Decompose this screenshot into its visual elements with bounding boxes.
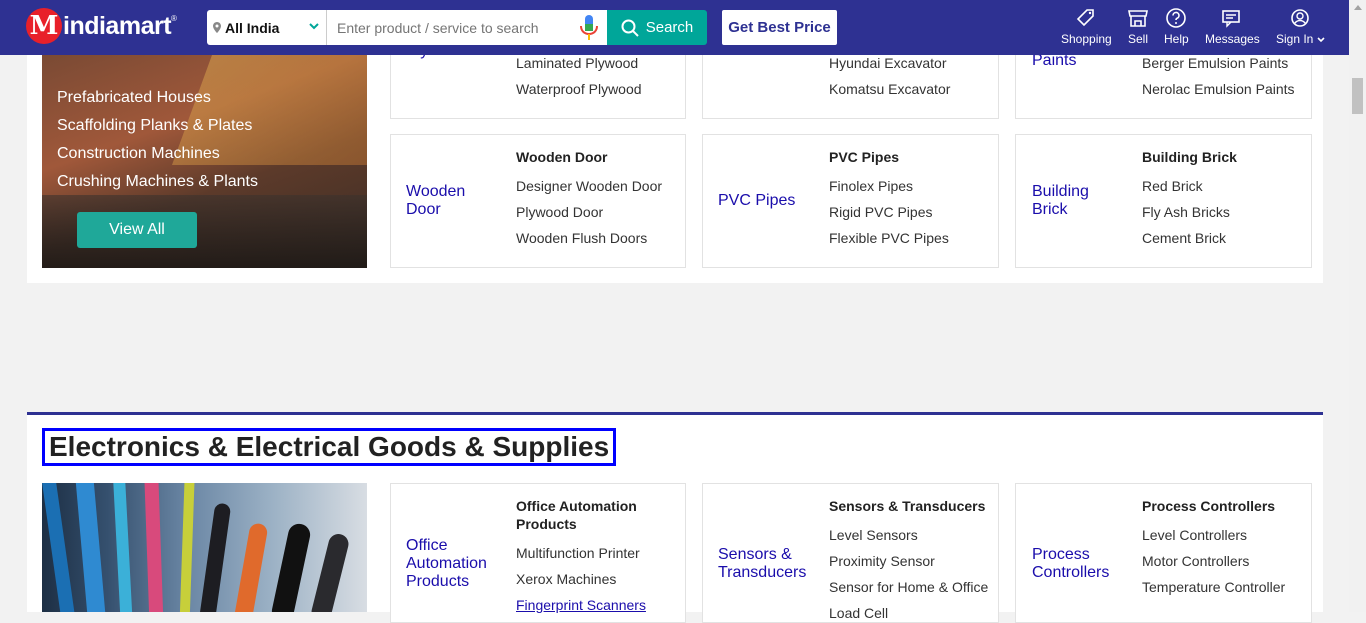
search-button-label: Search <box>645 19 694 36</box>
view-all-button[interactable]: View All <box>77 212 197 248</box>
broken-image-alt[interactable]: Wooden Door <box>406 183 496 219</box>
hero-link[interactable]: Scaffolding Planks & Plates <box>57 112 258 140</box>
chevron-down-icon <box>309 23 319 30</box>
category-card-pvc-pipes: PVC Pipes PVC Pipes Finolex Pipes Rigid … <box>702 134 999 268</box>
microphone-icon[interactable] <box>578 14 600 42</box>
hero-link[interactable]: Prefabricated Houses <box>57 84 258 112</box>
messages-icon <box>1222 10 1241 28</box>
chevron-down-icon <box>1317 37 1325 43</box>
card-link[interactable]: Berger Emulsion Paints <box>1142 55 1288 71</box>
card-link[interactable]: Motor Controllers <box>1142 553 1249 569</box>
nav-shopping[interactable]: Shopping <box>1061 7 1112 46</box>
store-icon <box>1128 10 1148 27</box>
card-link[interactable]: Red Brick <box>1142 178 1203 194</box>
nav-sell[interactable]: Sell <box>1127 7 1149 46</box>
search-icon <box>621 19 639 37</box>
category-card-wooden-door: Wooden Door Wooden Door Designer Wooden … <box>390 134 686 268</box>
card-link[interactable]: Level Sensors <box>829 527 918 543</box>
card-title[interactable]: Sensors & Transducers <box>829 497 985 515</box>
scroll-thumb[interactable] <box>1352 78 1363 114</box>
nav-help-label: Help <box>1164 32 1189 46</box>
broken-image-alt[interactable]: Sensors & Transducers <box>718 546 818 582</box>
category-card-paints: Paints Berger Emulsion Paints Nerolac Em… <box>1015 52 1312 119</box>
category-card-building-brick: Building Brick Building Brick Red Brick … <box>1015 134 1312 268</box>
card-link[interactable]: Multifunction Printer <box>516 545 640 561</box>
electronics-hero-image <box>42 483 367 612</box>
hero-link[interactable]: Crushing Machines & Plants <box>57 168 258 196</box>
card-link[interactable]: Fingerprint Scanners <box>516 597 646 613</box>
logo-registered-mark: ® <box>171 14 177 23</box>
card-link[interactable]: Komatsu Excavator <box>829 81 950 97</box>
card-link[interactable]: Nerolac Emulsion Paints <box>1142 81 1295 97</box>
card-link[interactable]: Temperature Controller <box>1142 579 1285 595</box>
category-card-process-controllers: Process Controllers Process Controllers … <box>1015 483 1312 623</box>
card-title[interactable]: Building Brick <box>1142 148 1237 166</box>
card-link[interactable]: Finolex Pipes <box>829 178 913 194</box>
card-link[interactable]: Laminated Plywood <box>516 55 638 71</box>
hero-link[interactable]: Construction Machines <box>57 140 258 168</box>
section-title[interactable]: Electronics & Electrical Goods & Supplie… <box>42 428 617 466</box>
card-link[interactable]: Cement Brick <box>1142 230 1226 246</box>
nav-sign-in[interactable]: Sign In <box>1276 7 1325 46</box>
nav-messages[interactable]: Messages <box>1205 7 1260 46</box>
broken-image-alt[interactable]: Office Automation Products <box>406 537 506 591</box>
card-link[interactable]: Proximity Sensor <box>829 553 935 569</box>
help-icon <box>1166 8 1187 28</box>
card-link[interactable]: Wooden Flush Doors <box>516 230 647 246</box>
card-link[interactable]: Flexible PVC Pipes <box>829 230 949 246</box>
broken-image-alt[interactable]: Building Brick <box>1032 183 1122 219</box>
category-card-office-automation: Office Automation Products Office Automa… <box>390 483 686 623</box>
hero-link-list: Prefabricated Houses Scaffolding Planks … <box>57 84 258 196</box>
category-card-sensors: Sensors & Transducers Sensors & Transduc… <box>702 483 999 623</box>
nav-sell-label: Sell <box>1127 32 1148 46</box>
card-link[interactable]: Rigid PVC Pipes <box>829 204 933 220</box>
broken-image-alt[interactable]: Process Controllers <box>1032 546 1122 582</box>
scroll-up-arrow-icon[interactable] <box>1354 5 1362 10</box>
search-button[interactable]: Search <box>607 10 707 45</box>
nav-sign-in-label: Sign In <box>1276 32 1325 46</box>
get-best-price-button[interactable]: Get Best Price <box>722 10 837 45</box>
card-title[interactable]: Wooden Door <box>516 148 608 166</box>
tag-icon <box>1077 9 1095 27</box>
category-card-plywoods: Plywoods Laminated Plywood Waterproof Pl… <box>390 42 686 119</box>
nav-help[interactable]: Help <box>1164 7 1189 46</box>
search-input[interactable] <box>327 10 607 45</box>
location-value: All India <box>225 19 280 36</box>
card-link[interactable]: Hyundai Excavator <box>829 55 947 71</box>
location-select[interactable]: All India <box>207 10 327 45</box>
card-link[interactable]: Plywood Door <box>516 204 603 220</box>
location-pin-icon <box>213 22 221 33</box>
category-card-excavator: Excavator Hyundai Excavator Komatsu Exca… <box>702 42 999 119</box>
user-icon <box>1291 9 1310 27</box>
card-title[interactable]: Process Controllers <box>1142 497 1275 515</box>
card-link[interactable]: Waterproof Plywood <box>516 81 642 97</box>
card-link[interactable]: Sensor for Home & Office <box>829 579 988 595</box>
logo-mark-icon: M <box>26 8 62 44</box>
card-title[interactable]: Office Automation Products <box>516 497 666 533</box>
page-scrollbar[interactable] <box>1349 0 1366 612</box>
broken-image-alt[interactable]: PVC Pipes <box>718 192 818 210</box>
card-link[interactable]: Fly Ash Bricks <box>1142 204 1230 220</box>
card-link[interactable]: Xerox Machines <box>516 571 616 587</box>
nav-shopping-label: Shopping <box>1061 32 1112 46</box>
nav-messages-label: Messages <box>1205 32 1260 46</box>
logo-text: indiamart <box>63 11 172 40</box>
card-title[interactable]: PVC Pipes <box>829 148 899 166</box>
top-header: M indiamart ® All India Search Get Best … <box>0 0 1349 55</box>
indiamart-logo[interactable]: M indiamart ® <box>26 6 177 46</box>
card-link[interactable]: Level Controllers <box>1142 527 1247 543</box>
card-link[interactable]: Designer Wooden Door <box>516 178 662 194</box>
card-link[interactable]: Load Cell <box>829 605 888 621</box>
